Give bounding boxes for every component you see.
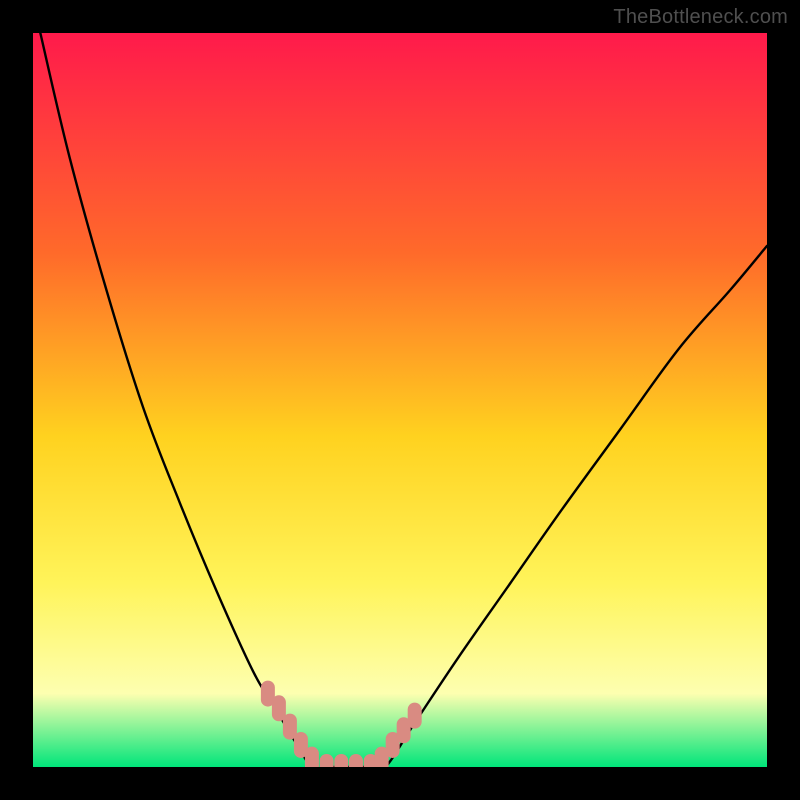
watermark-text: TheBottleneck.com [613, 6, 788, 29]
plot-area [33, 33, 767, 767]
chart-svg [33, 33, 767, 767]
gradient-bg [33, 33, 767, 767]
marker-dot [305, 747, 319, 767]
marker-dot [408, 703, 422, 729]
outer-frame: TheBottleneck.com [0, 0, 800, 800]
